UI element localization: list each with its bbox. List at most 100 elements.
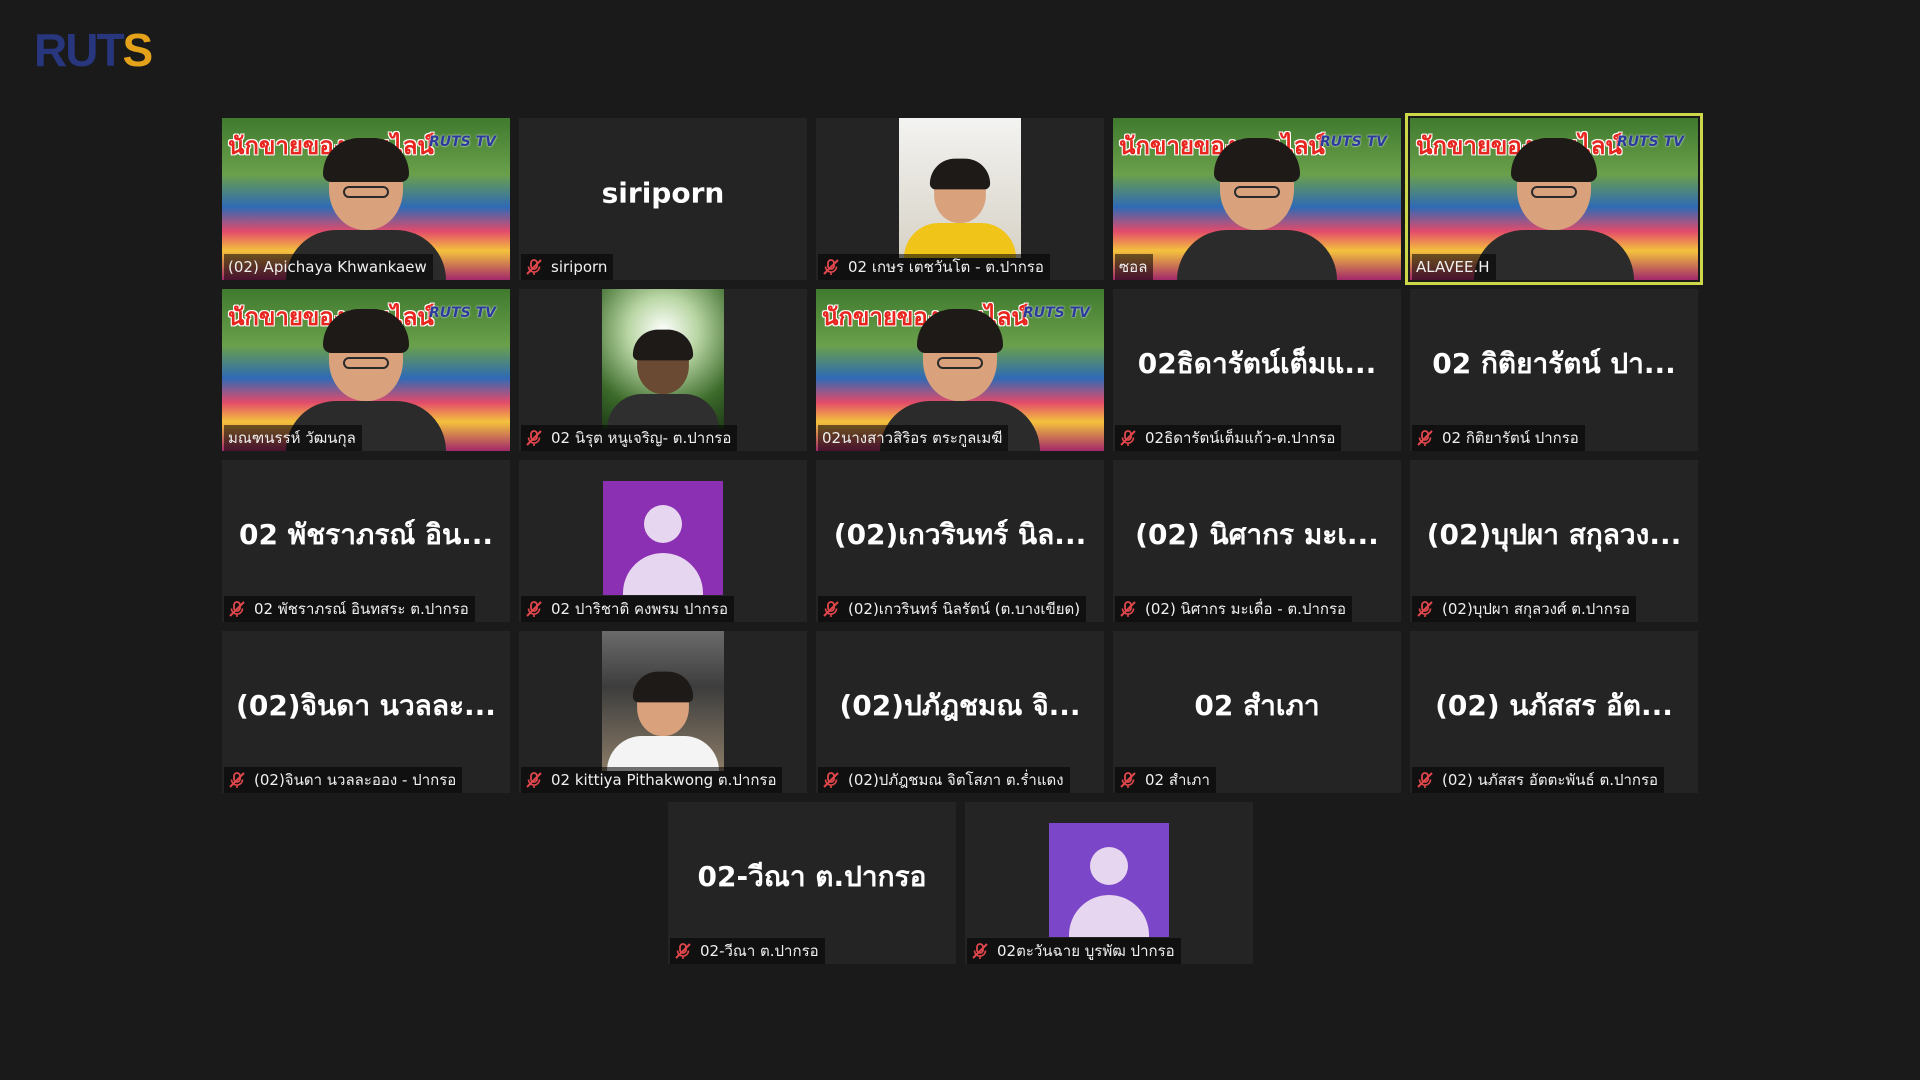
participant-tile[interactable]: (02)จินดา นวลละ... (02)จินดา นวลละออง - ป… xyxy=(222,631,510,793)
ruts-logo: RUTS xyxy=(34,27,216,73)
participant-tile[interactable]: (02)เกวรินทร์ นิล... (02)เกวรินทร์ นิลรัต… xyxy=(816,460,1104,622)
participant-name: 02ตะวันฉาย บูรพัฒ ปากรอ xyxy=(997,942,1175,960)
participant-name-display: siriporn xyxy=(601,176,725,210)
participant-tile[interactable]: siriporn siriporn xyxy=(519,118,807,280)
participant-name-display: (02) นภัสสร อัต... xyxy=(1435,689,1673,722)
participant-name: 02 kittiya Pithakwong ต.ปากรอ xyxy=(551,771,777,789)
participant-tile[interactable]: 02-วีณา ต.ปากรอ 02-วีณา ต.ปากรอ xyxy=(668,802,956,964)
participant-name: (02) นภัสสร อัตตะพันธ์ ต.ปากรอ xyxy=(1442,771,1659,789)
participant-name: (02)ปภัฎชมณ จิตโสภา ต.ร่ำแดง xyxy=(848,771,1064,789)
participant-name: 02ธิดารัตน์เต็มแก้ว-ต.ปากรอ xyxy=(1145,429,1336,447)
participant-label: (02) Apichaya Khwankaew xyxy=(224,254,433,280)
participant-tile[interactable]: 02 พัชราภรณ์ อิน... 02 พัชราภรณ์ อินทสระ … xyxy=(222,460,510,622)
participant-name: (02) Apichaya Khwankaew xyxy=(228,258,427,276)
muted-mic-icon xyxy=(1120,430,1136,446)
participant-video xyxy=(602,289,724,429)
participant-tile[interactable]: 02 ปาริชาติ คงพรม ปากรอ xyxy=(519,460,807,622)
participant-tile[interactable]: 02 นิรุต หนูเจริญ- ต.ปากรอ xyxy=(519,289,807,451)
participant-tile[interactable]: นักขายของออนไลน์ RUTS TV ซอล xyxy=(1113,118,1401,280)
participant-tile[interactable]: 02ตะวันฉาย บูรพัฒ ปากรอ xyxy=(965,802,1253,964)
muted-mic-icon xyxy=(1120,772,1136,788)
participant-label: มณฑนรรห์ วัฒนกุล xyxy=(224,425,362,451)
participant-name: 02 ปาริชาติ คงพรม ปากรอ xyxy=(551,600,729,618)
participant-label: 02 ปาริชาติ คงพรม ปากรอ xyxy=(521,596,735,622)
participant-label: (02)บุปผา สกุลวงศ์ ต.ปากรอ xyxy=(1412,596,1636,622)
participant-name: 02 กิติยารัตน์ ปากรอ xyxy=(1442,429,1579,447)
participant-tile[interactable]: 02 กิติยารัตน์ ปา... 02 กิติยารัตน์ ปากรอ xyxy=(1410,289,1698,451)
participant-label: 02ตะวันฉาย บูรพัฒ ปากรอ xyxy=(967,938,1181,964)
participant-label: 02 kittiya Pithakwong ต.ปากรอ xyxy=(521,767,783,793)
participant-label: siriporn xyxy=(521,254,614,280)
muted-mic-icon xyxy=(526,430,542,446)
participant-name-display: (02) นิศากร มะเ... xyxy=(1135,518,1379,551)
participant-label: 02 พัชราภรณ์ อินทสระ ต.ปากรอ xyxy=(224,596,475,622)
participant-name-display: (02)บุปผา สกุลวง... xyxy=(1426,518,1682,551)
muted-mic-icon xyxy=(1417,601,1433,617)
default-avatar-icon xyxy=(1049,823,1169,937)
participant-tile[interactable]: 02 เกษร เตชวันโต - ต.ปากรอ xyxy=(816,118,1104,280)
muted-mic-icon xyxy=(972,943,988,959)
participant-person xyxy=(1474,138,1634,280)
participant-name-display: (02)จินดา นวลละ... xyxy=(236,689,496,722)
participant-name: (02)บุปผา สกุลวงศ์ ต.ปากรอ xyxy=(1442,600,1630,618)
muted-mic-icon xyxy=(1120,601,1136,617)
participant-tile[interactable]: นักขายของออนไลน์ RUTS TV (02) Apichaya Khw… xyxy=(222,118,510,280)
participant-name: (02)เกวรินทร์ นิลรัตน์ (ต.บางเขียด) xyxy=(848,600,1081,618)
participant-label: 02 นิรุต หนูเจริญ- ต.ปากรอ xyxy=(521,425,738,451)
participant-tile[interactable]: 02 สำเภา 02 สำเภา xyxy=(1113,631,1401,793)
participant-name-display: 02 สำเภา xyxy=(1194,689,1320,722)
participant-video xyxy=(602,631,724,771)
participant-tile[interactable]: นักขายของออนไลน์ RUTS TV ALAVEE.H xyxy=(1405,113,1703,285)
participant-name-display: 02-วีณา ต.ปากรอ xyxy=(697,860,927,893)
muted-mic-icon xyxy=(675,943,691,959)
participant-label: (02) นิศากร มะเดื่อ - ต.ปากรอ xyxy=(1115,596,1353,622)
participant-tile[interactable]: 02ธิดารัตน์เต็มแ... 02ธิดารัตน์เต็มแก้ว-ต… xyxy=(1113,289,1401,451)
participant-name-display: 02 พัชราภรณ์ อิน... xyxy=(238,518,494,551)
participant-tile[interactable]: (02)บุปผา สกุลวง... (02)บุปผา สกุลวงศ์ ต.… xyxy=(1410,460,1698,622)
muted-mic-icon xyxy=(229,772,245,788)
participant-video: นักขายของออนไลน์ RUTS TV xyxy=(1113,118,1401,280)
muted-mic-icon xyxy=(823,772,839,788)
muted-mic-icon xyxy=(1417,430,1433,446)
participant-person xyxy=(607,329,719,429)
participant-label: 02-วีณา ต.ปากรอ xyxy=(670,938,825,964)
participant-label: (02)ปภัฎชมณ จิตโสภา ต.ร่ำแดง xyxy=(818,767,1070,793)
participant-name-display: 02 กิติยารัตน์ ปา... xyxy=(1432,347,1676,380)
muted-mic-icon xyxy=(526,772,542,788)
participant-label: 02ธิดารัตน์เต็มแก้ว-ต.ปากรอ xyxy=(1115,425,1342,451)
participant-label: ALAVEE.H xyxy=(1412,254,1496,280)
participant-person xyxy=(904,158,1016,258)
participant-name: (02) นิศากร มะเดื่อ - ต.ปากรอ xyxy=(1145,600,1347,618)
participant-name: 02นางสาวสิริอร ตระกูลเมฆี xyxy=(822,429,1003,447)
participant-name-display: (02)เกวรินทร์ นิล... xyxy=(833,518,1087,551)
participant-tile[interactable]: 02 kittiya Pithakwong ต.ปากรอ xyxy=(519,631,807,793)
participant-label: 02นางสาวสิริอร ตระกูลเมฆี xyxy=(818,425,1009,451)
muted-mic-icon xyxy=(526,259,542,275)
participant-name: ซอล xyxy=(1119,258,1148,276)
participant-tile[interactable]: (02) นิศากร มะเ... (02) นิศากร มะเดื่อ - … xyxy=(1113,460,1401,622)
participant-label: (02)จินดา นวลละออง - ปากรอ xyxy=(224,767,463,793)
participant-name: 02 เกษร เตชวันโต - ต.ปากรอ xyxy=(848,258,1044,276)
participant-name: มณฑนรรห์ วัฒนกุล xyxy=(228,429,356,447)
participant-label: ซอล xyxy=(1115,254,1154,280)
participant-name: 02 สำเภา xyxy=(1145,771,1210,789)
participant-name: (02)จินดา นวลละออง - ปากรอ xyxy=(254,771,457,789)
participant-person xyxy=(607,671,719,771)
participant-tile[interactable]: นักขายของออนไลน์ RUTS TV มณฑนรรห์ วัฒนกุล xyxy=(222,289,510,451)
logo-text-accent: S xyxy=(122,24,154,76)
muted-mic-icon xyxy=(229,601,245,617)
participant-tile[interactable]: (02) นภัสสร อัต... (02) นภัสสร อัตตะพันธ์… xyxy=(1410,631,1698,793)
muted-mic-icon xyxy=(526,601,542,617)
muted-mic-icon xyxy=(823,601,839,617)
participant-name: siriporn xyxy=(551,258,608,276)
participant-label: (02)เกวรินทร์ นิลรัตน์ (ต.บางเขียด) xyxy=(818,596,1087,622)
participant-tile[interactable]: นักขายของออนไลน์ RUTS TV 02นางสาวสิริอร ตร… xyxy=(816,289,1104,451)
participant-name: 02 นิรุต หนูเจริญ- ต.ปากรอ xyxy=(551,429,732,447)
participant-person xyxy=(1177,138,1337,280)
participant-label: 02 กิติยารัตน์ ปากรอ xyxy=(1412,425,1585,451)
participant-tile[interactable]: (02)ปภัฎชมณ จิ... (02)ปภัฎชมณ จิตโสภา ต.ร… xyxy=(816,631,1104,793)
participant-label: (02) นภัสสร อัตตะพันธ์ ต.ปากรอ xyxy=(1412,767,1665,793)
logo-text-main: RUT xyxy=(34,24,125,76)
participant-name: ALAVEE.H xyxy=(1416,258,1490,276)
participant-label: 02 สำเภา xyxy=(1115,767,1216,793)
